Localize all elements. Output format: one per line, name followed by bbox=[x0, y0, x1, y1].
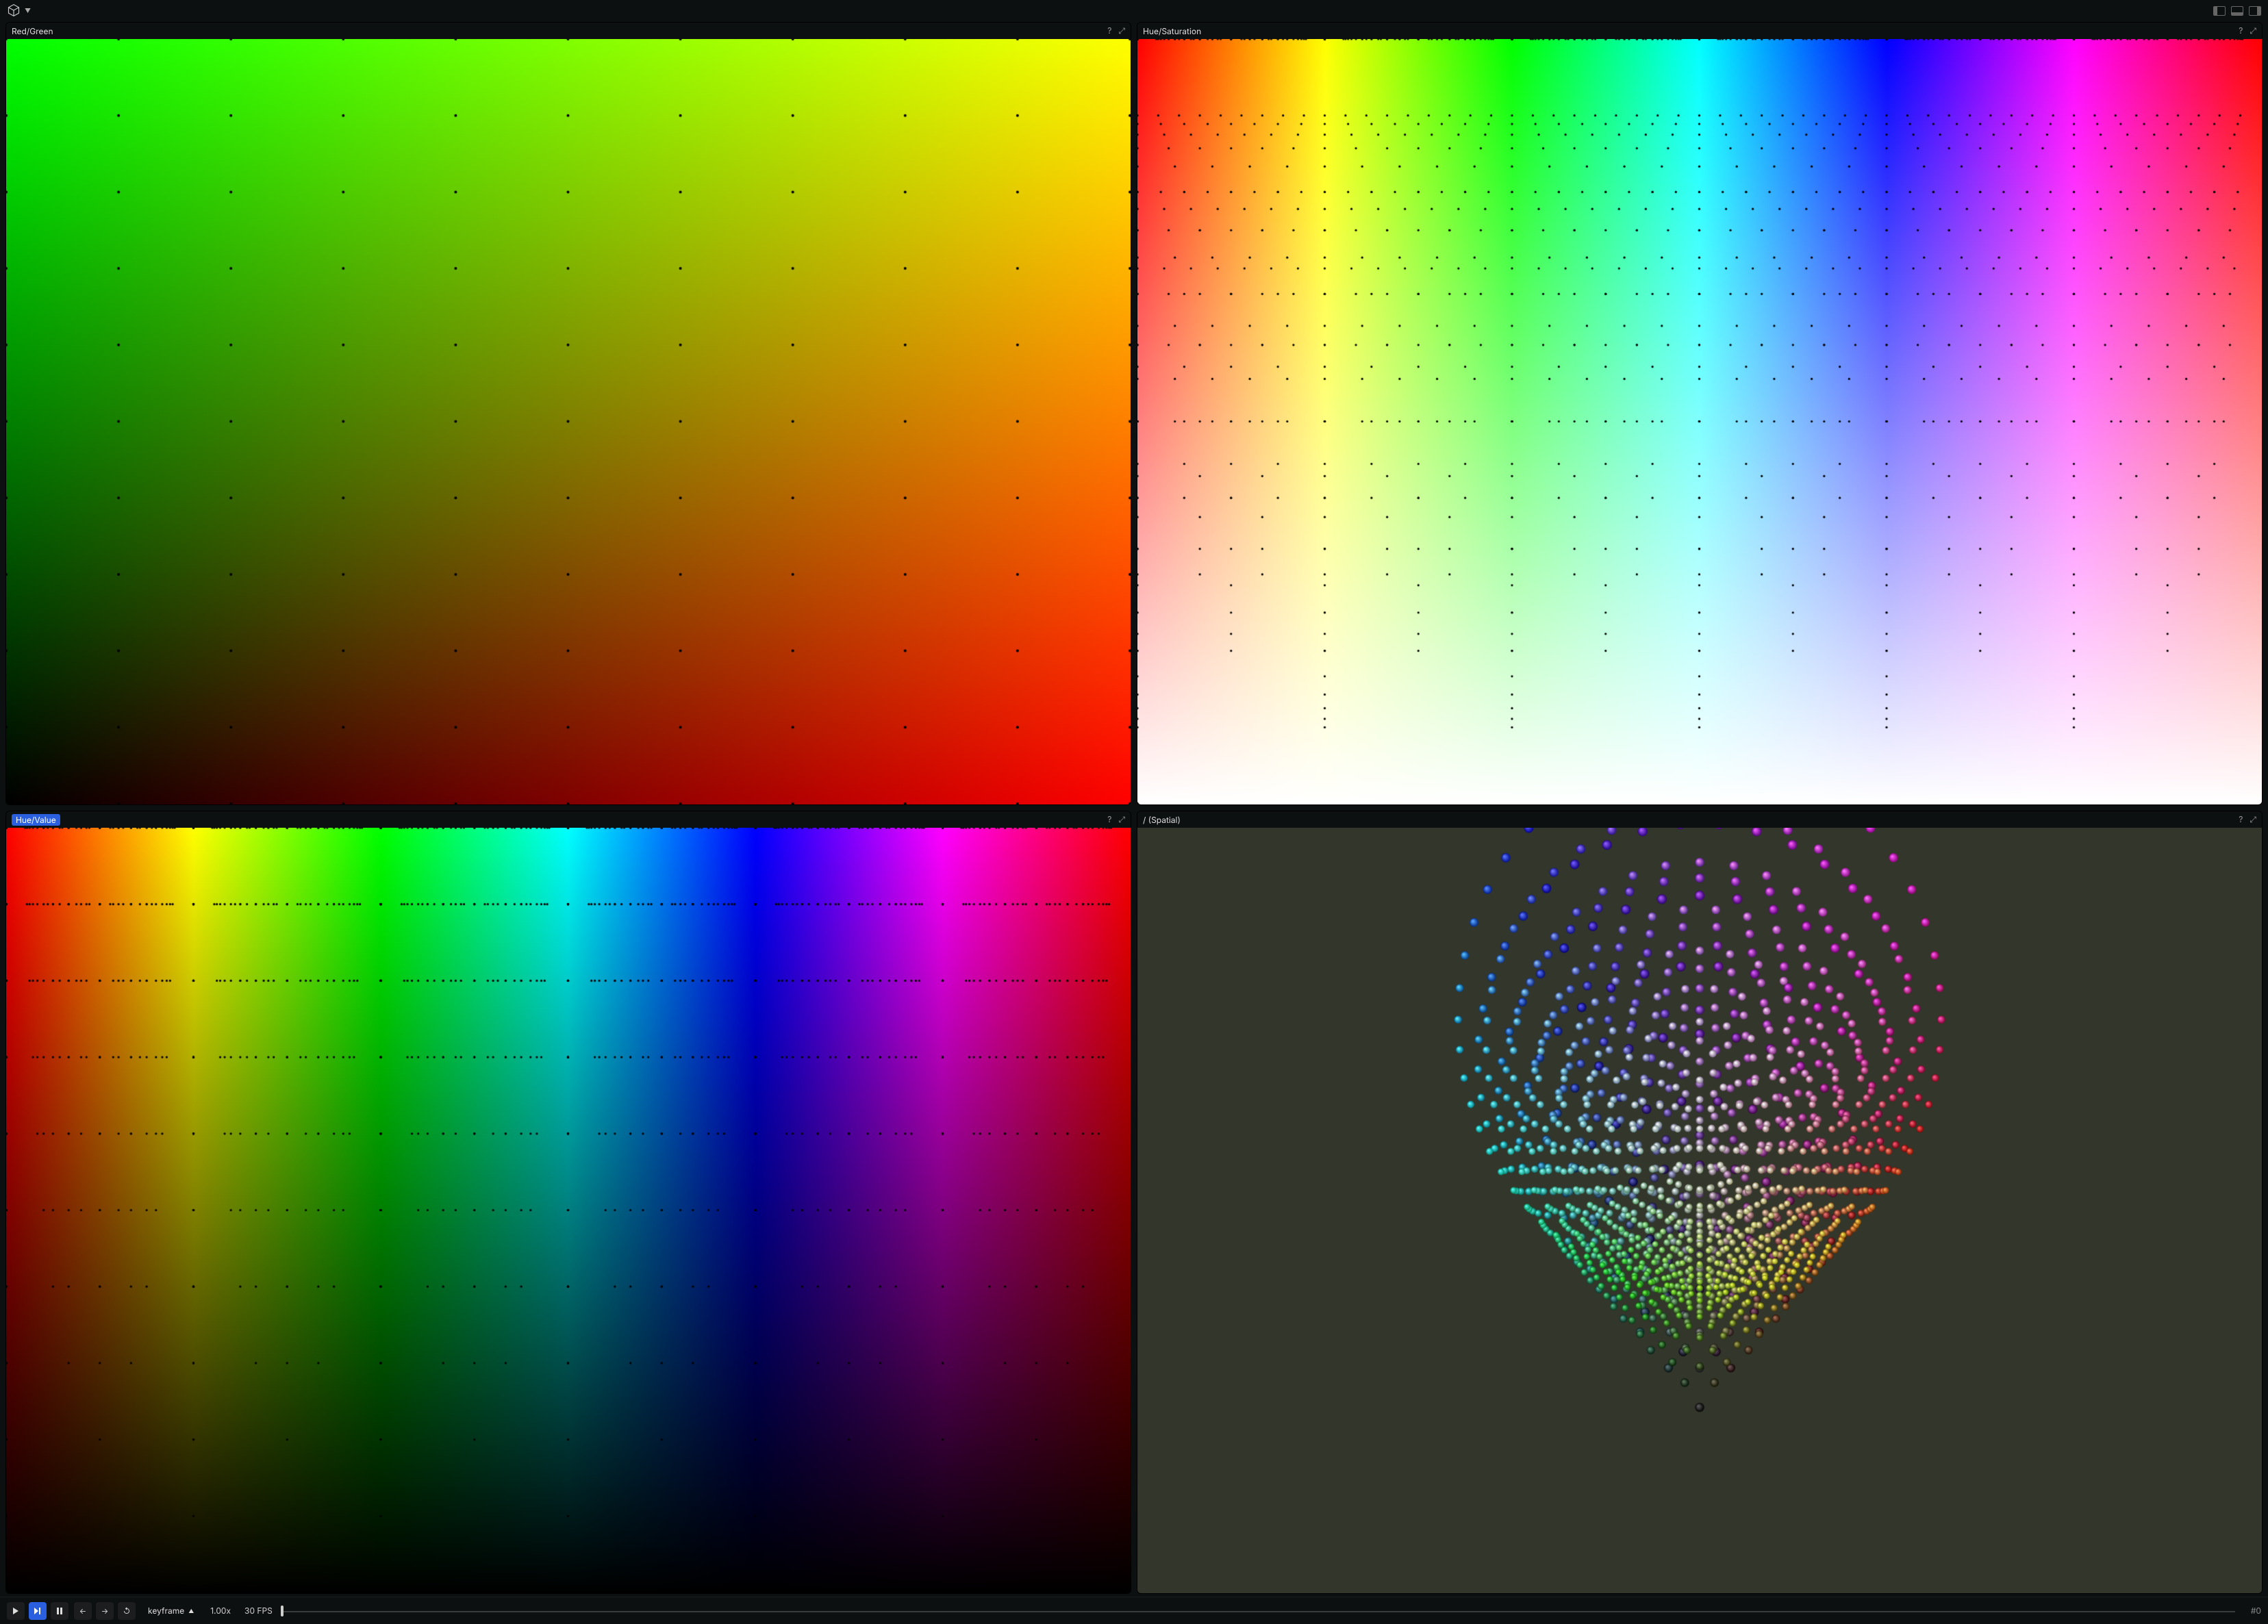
help-icon[interactable]: ? bbox=[2239, 814, 2243, 825]
toggle-bottom-panel-button[interactable] bbox=[2231, 6, 2243, 16]
app-menu-button[interactable]: ▼ bbox=[7, 3, 31, 19]
panel-viewport[interactable] bbox=[6, 39, 1131, 804]
red-green-canvas[interactable] bbox=[6, 39, 1131, 804]
keyframe-dropdown[interactable]: keyframe ▲ bbox=[141, 1602, 201, 1620]
app-logo-icon bbox=[7, 3, 21, 19]
play-button[interactable] bbox=[7, 1602, 25, 1620]
panel-hue-value: Hue/Value ? ⤢ bbox=[5, 811, 1131, 1594]
panel-viewport[interactable] bbox=[1137, 828, 2262, 1593]
panel-header: Hue/Saturation ? ⤢ bbox=[1137, 23, 2262, 39]
app-root: ▼ Red/Green ? ⤢ Hue/Saturatio bbox=[0, 0, 2268, 1624]
slider-track bbox=[282, 1611, 2235, 1612]
hue-saturation-canvas[interactable] bbox=[1137, 39, 2262, 804]
panel-viewport[interactable] bbox=[1137, 39, 2262, 804]
triangle-up-icon: ▲ bbox=[188, 1608, 194, 1614]
panel-header: / (Spatial) ? ⤢ bbox=[1137, 811, 2262, 828]
panel-header-icons: ? ⤢ bbox=[2239, 25, 2256, 36]
panel-header: Hue/Value ? ⤢ bbox=[6, 811, 1131, 828]
help-icon[interactable]: ? bbox=[1107, 814, 1111, 825]
chevron-down-icon: ▼ bbox=[25, 8, 31, 15]
panel-red-green: Red/Green ? ⤢ bbox=[5, 22, 1131, 805]
timeline-slider[interactable] bbox=[282, 1602, 2235, 1620]
step-forward-button[interactable] bbox=[29, 1602, 47, 1620]
nav-controls: ← → ↺ bbox=[74, 1602, 136, 1620]
panel-header-icons: ? ⤢ bbox=[1107, 814, 1125, 825]
expand-icon[interactable]: ⤢ bbox=[1118, 814, 1125, 825]
top-bar: ▼ bbox=[0, 0, 2268, 22]
expand-icon[interactable]: ⤢ bbox=[2250, 814, 2256, 825]
panel-grid: Red/Green ? ⤢ Hue/Saturation ? ⤢ bbox=[0, 22, 2268, 1597]
panel-viewport[interactable] bbox=[6, 828, 1131, 1593]
keyframe-label: keyframe bbox=[148, 1606, 184, 1616]
layout-toggle-group bbox=[2213, 6, 2261, 16]
slider-knob[interactable] bbox=[281, 1606, 284, 1616]
playback-controls bbox=[7, 1602, 68, 1620]
panel-title[interactable]: Hue/Saturation bbox=[1143, 26, 1201, 36]
next-button[interactable]: → bbox=[96, 1602, 114, 1620]
toggle-left-panel-button[interactable] bbox=[2213, 6, 2226, 16]
panel-spatial: / (Spatial) ? ⤢ bbox=[1137, 811, 2263, 1594]
toggle-right-panel-button[interactable] bbox=[2249, 6, 2261, 16]
loop-button[interactable]: ↺ bbox=[118, 1602, 136, 1620]
panel-header-icons: ? ⤢ bbox=[1107, 25, 1125, 36]
help-icon[interactable]: ? bbox=[2239, 25, 2243, 36]
pause-button[interactable] bbox=[51, 1602, 68, 1620]
spatial-3d-canvas[interactable] bbox=[1137, 828, 2262, 1593]
fps-readout[interactable]: 30 FPS bbox=[240, 1606, 277, 1616]
hue-value-canvas[interactable] bbox=[6, 828, 1131, 1593]
panel-header-icons: ? ⤢ bbox=[2239, 814, 2256, 825]
panel-title[interactable]: Hue/Value bbox=[12, 814, 60, 826]
frame-readout: #0 bbox=[2241, 1606, 2261, 1616]
panel-title[interactable]: / (Spatial) bbox=[1143, 815, 1181, 825]
panel-hue-saturation: Hue/Saturation ? ⤢ bbox=[1137, 22, 2263, 805]
speed-readout[interactable]: 1.00x bbox=[206, 1606, 235, 1616]
help-icon[interactable]: ? bbox=[1107, 25, 1111, 36]
panel-title[interactable]: Red/Green bbox=[12, 26, 53, 36]
expand-icon[interactable]: ⤢ bbox=[1118, 25, 1125, 36]
panel-header: Red/Green ? ⤢ bbox=[6, 23, 1131, 39]
expand-icon[interactable]: ⤢ bbox=[2250, 25, 2256, 36]
prev-button[interactable]: ← bbox=[74, 1602, 92, 1620]
timeline-bar: ← → ↺ keyframe ▲ 1.00x 30 FPS #0 bbox=[0, 1597, 2268, 1624]
